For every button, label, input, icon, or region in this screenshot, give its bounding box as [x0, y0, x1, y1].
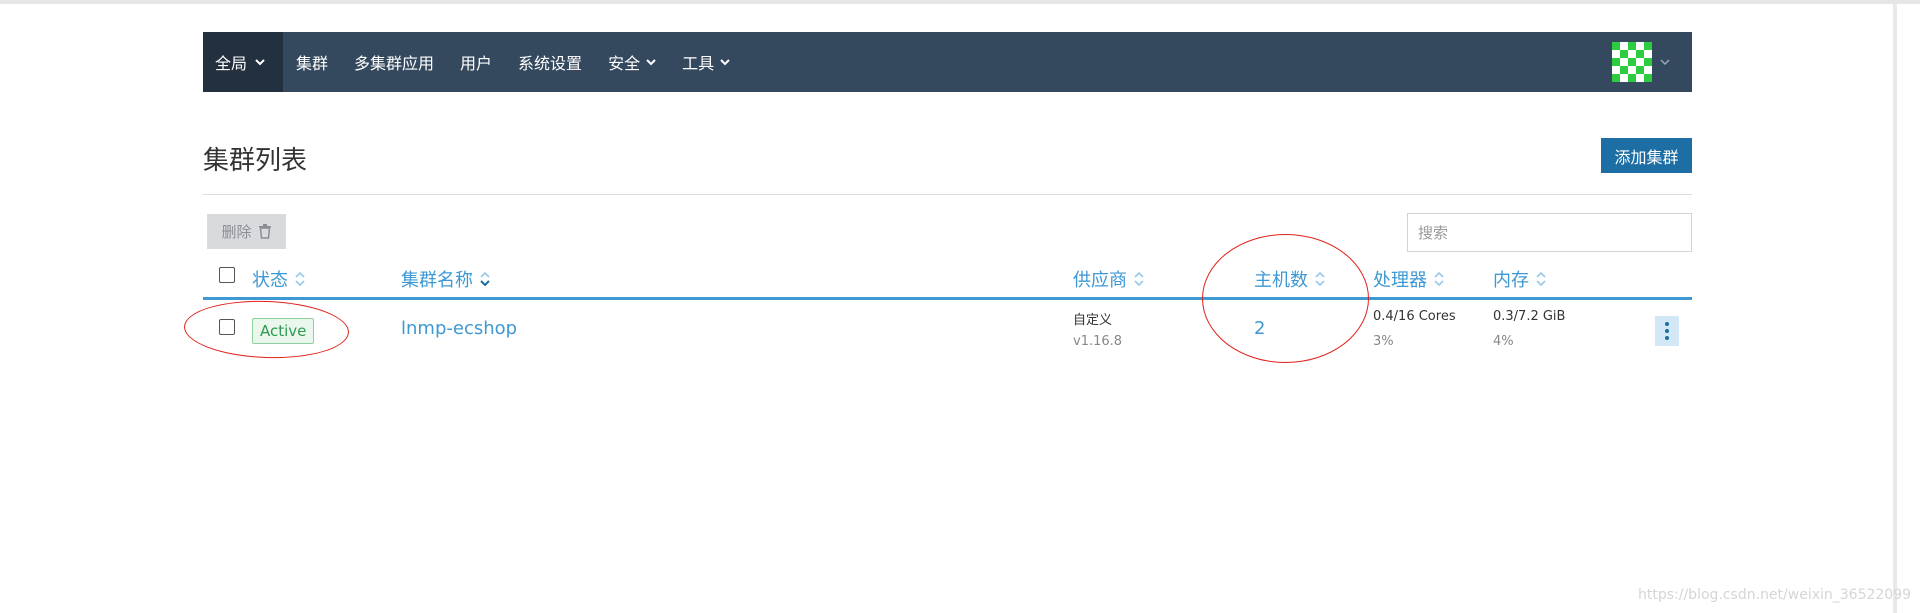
avatar-icon	[1612, 42, 1652, 82]
nav-item-label: 安全	[608, 54, 641, 73]
delete-button[interactable]: 删除	[207, 214, 286, 249]
memory-percent: 4%	[1493, 334, 1514, 349]
nav-item-label: 集群	[296, 54, 329, 73]
column-header-memory[interactable]: 内存	[1493, 266, 1547, 292]
page-title: 集群列表	[203, 146, 308, 176]
column-header-provider[interactable]: 供应商	[1073, 266, 1145, 292]
sort-icon	[1536, 271, 1546, 287]
sort-icon	[295, 271, 305, 287]
cpu-value: 0.4/16 Cores	[1373, 309, 1456, 324]
chevron-down-icon	[646, 59, 656, 66]
search-input[interactable]	[1407, 213, 1692, 252]
nav-item-multi-cluster-apps[interactable]: 多集群应用	[341, 32, 447, 92]
delete-label: 删除	[221, 223, 252, 241]
annotation-ellipse-hosts	[1202, 234, 1369, 363]
top-navigation-bar: 全局 集群 多集群应用 用户 系统设置 安全 工具	[203, 32, 1692, 92]
chevron-down-icon	[1660, 59, 1670, 66]
nav-item-label: 用户	[460, 54, 493, 73]
chevron-down-icon	[255, 59, 265, 66]
nav-item-label: 系统设置	[518, 54, 583, 73]
trash-icon	[258, 224, 271, 239]
nav-item-tools[interactable]: 工具	[669, 32, 743, 92]
nav-item-global[interactable]: 全局	[203, 32, 283, 92]
row-actions-button[interactable]	[1655, 316, 1679, 346]
sort-icon	[1134, 271, 1144, 287]
sort-icon	[1434, 271, 1444, 287]
kebab-menu-icon-dot	[1665, 336, 1669, 340]
nav-item-label: 全局	[215, 54, 248, 73]
kebab-menu-icon-dot	[1665, 329, 1669, 333]
top-border	[0, 0, 1920, 4]
select-all-checkbox[interactable]	[219, 267, 235, 283]
annotation-ellipse-status	[183, 298, 350, 361]
memory-value: 0.3/7.2 GiB	[1493, 309, 1566, 324]
divider	[203, 194, 1692, 195]
column-header-label: 处理器	[1373, 270, 1427, 291]
column-header-label: 状态	[252, 270, 288, 291]
cluster-name-link[interactable]: lnmp-ecshop	[401, 318, 517, 339]
nav-item-clusters[interactable]: 集群	[283, 32, 341, 92]
user-menu[interactable]	[1612, 32, 1692, 92]
kebab-menu-icon	[1665, 322, 1669, 326]
nav-item-label: 工具	[682, 54, 715, 73]
sort-down-icon	[480, 271, 490, 287]
scrollbar-track[interactable]	[1893, 4, 1897, 613]
nav-item-label: 多集群应用	[354, 54, 435, 73]
add-cluster-button[interactable]: 添加集群	[1601, 138, 1692, 173]
provider-version: v1.16.8	[1073, 334, 1123, 349]
nav-item-security[interactable]: 安全	[595, 32, 669, 92]
column-header-label: 供应商	[1073, 270, 1127, 291]
provider-value: 自定义	[1073, 313, 1113, 328]
column-header-label: 内存	[1493, 270, 1529, 291]
nav-item-settings[interactable]: 系统设置	[505, 32, 595, 92]
table-header-divider	[203, 297, 1692, 300]
watermark-text: https://blog.csdn.net/weixin_36522099	[1638, 587, 1912, 603]
nav-item-users[interactable]: 用户	[447, 32, 505, 92]
column-header-cluster-name[interactable]: 集群名称	[401, 266, 491, 292]
chevron-down-icon	[720, 59, 730, 66]
column-header-cpu[interactable]: 处理器	[1373, 266, 1445, 292]
column-header-label: 集群名称	[401, 270, 473, 291]
cpu-percent: 3%	[1373, 334, 1394, 349]
column-header-status[interactable]: 状态	[252, 266, 306, 292]
